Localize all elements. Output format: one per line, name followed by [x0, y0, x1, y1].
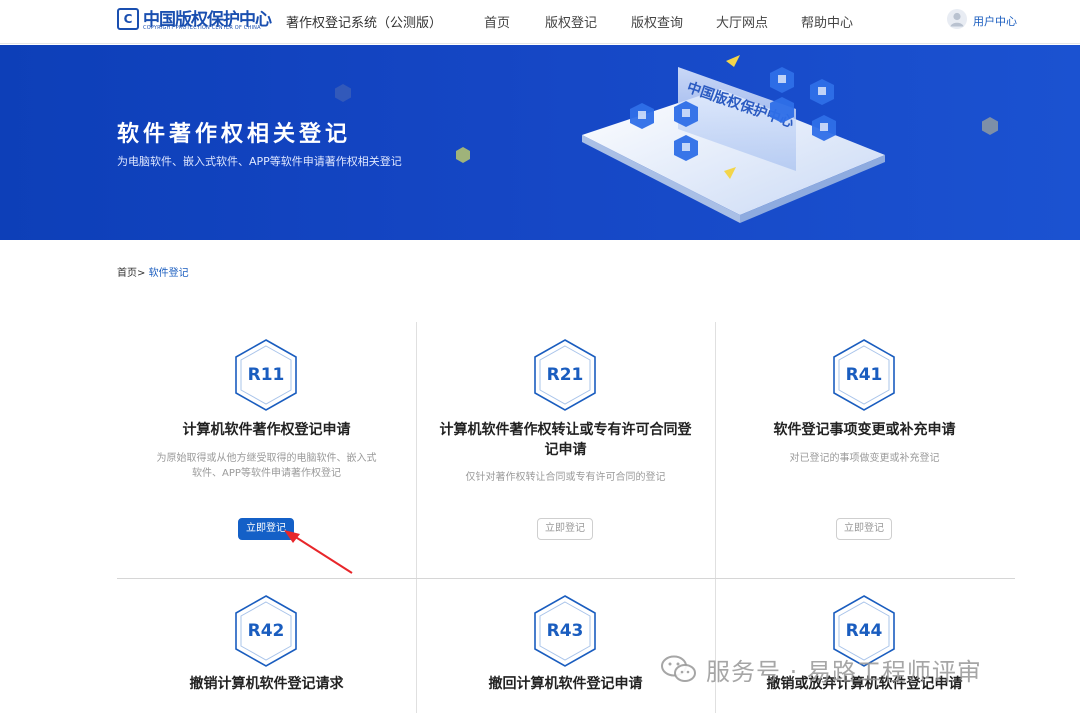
card-code: R11	[247, 365, 285, 385]
nav-service-halls[interactable]: 大厅网点	[716, 12, 768, 31]
top-navigation-bar: C 中国版权保护中心 COPYRIGHT PROTECTION CENTER O…	[0, 0, 1080, 44]
user-avatar-icon	[947, 9, 967, 29]
card-description: 为原始取得或从他方继受取得的电脑软件、嵌入式软件、APP等软件申请著作权登记	[156, 453, 377, 479]
card-code: R41	[845, 365, 883, 385]
breadcrumb: 首页> 软件登记	[117, 264, 189, 279]
breadcrumb-home[interactable]: 首页	[117, 268, 137, 279]
decor-hexagon-icon	[456, 147, 470, 163]
card-code: R21	[546, 365, 584, 385]
card-r42: R42 撤销计算机软件登记请求	[117, 578, 416, 713]
system-name: 著作权登记系统（公测版）	[286, 16, 443, 31]
banner-illustration: 中国版权保护中心	[582, 55, 885, 223]
hexagon-badge: R42	[233, 594, 299, 668]
nav-home[interactable]: 首页	[484, 12, 510, 31]
card-r11: R11 计算机软件著作权登记申请 为原始取得或从他方继受取得的电脑软件、嵌入式软…	[117, 322, 416, 578]
hexagon-badge: R43	[532, 594, 598, 668]
breadcrumb-current: 软件登记	[148, 268, 189, 279]
card-description: 仅针对著作权转让合同或专有许可合同的登记	[465, 472, 666, 483]
card-title: 撤回计算机软件登记申请	[488, 676, 643, 692]
wechat-icon	[661, 655, 696, 682]
card-code: R42	[247, 621, 285, 641]
nav-help-center[interactable]: 帮助中心	[801, 12, 853, 31]
card-code: R43	[546, 621, 584, 641]
decor-hexagon-icon	[335, 84, 351, 102]
nav-copyright-query[interactable]: 版权查询	[631, 12, 683, 31]
hexagon-badge: R11	[233, 338, 299, 412]
hero-banner: 软件著作权相关登记 为电脑软件、嵌入式软件、APP等软件申请著作权相关登记 中国…	[0, 45, 1080, 240]
register-now-button-r41[interactable]: 立即登记	[836, 518, 892, 540]
card-r43: R43 撤回计算机软件登记申请	[416, 578, 715, 713]
card-title: 撤销计算机软件登记请求	[189, 676, 344, 692]
card-description: 对已登记的事项做变更或补充登记	[789, 453, 940, 464]
breadcrumb-separator: >	[137, 268, 146, 279]
watermark-text: 服务号 · 易路工程师评审	[706, 658, 982, 686]
card-title: 计算机软件著作权登记申请	[182, 422, 351, 438]
nav-copyright-registration[interactable]: 版权登记	[545, 12, 597, 31]
card-r41: R41 软件登记事项变更或补充申请 对已登记的事项做变更或补充登记 立即登记	[715, 322, 1014, 578]
user-center-label: 用户中心	[973, 15, 1017, 28]
site-logo[interactable]: C 中国版权保护中心 COPYRIGHT PROTECTION CENTER O…	[117, 7, 275, 33]
banner-subtitle: 为电脑软件、嵌入式软件、APP等软件申请著作权相关登记	[117, 155, 402, 168]
card-r44: R44 撤销或放弃计算机软件登记申请	[715, 578, 1014, 713]
register-now-button-r21[interactable]: 立即登记	[537, 518, 593, 540]
logo-subtitle: COPYRIGHT PROTECTION CENTER OF CHINA	[143, 25, 261, 31]
hexagon-badge: R21	[532, 338, 598, 412]
hexagon-badge: R41	[831, 338, 897, 412]
copyright-logo-icon: C	[117, 8, 139, 30]
card-title: 软件登记事项变更或补充申请	[773, 422, 956, 438]
annotation-arrow-icon	[284, 530, 353, 574]
banner-title: 软件著作权相关登记	[117, 122, 352, 147]
card-r21: R21 计算机软件著作权转让或专有许可合同登记申请 仅针对著作权转让合同或专有许…	[416, 322, 715, 578]
card-title: 计算机软件著作权转让或专有许可合同登记申请	[439, 422, 692, 458]
